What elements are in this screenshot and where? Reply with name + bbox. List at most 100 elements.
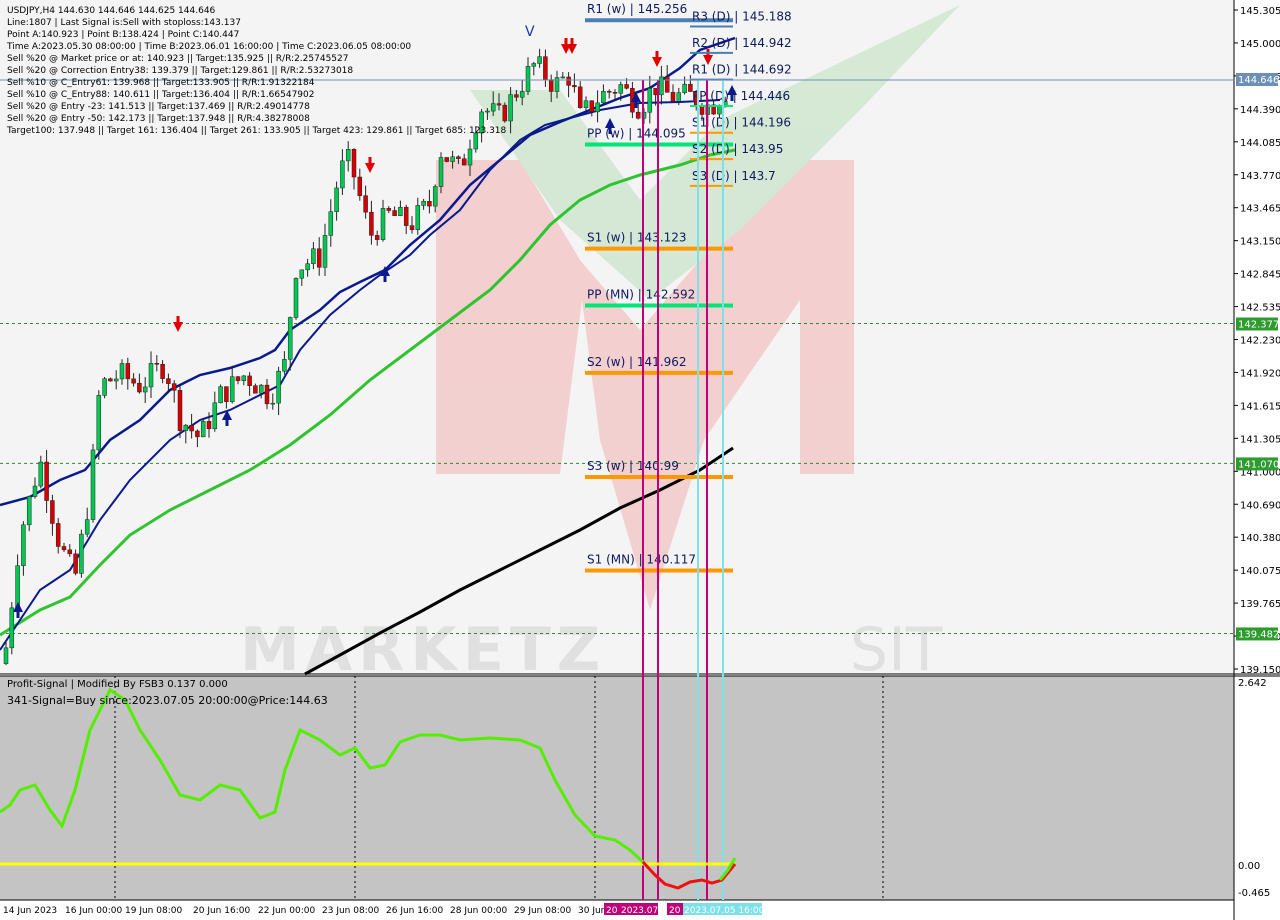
time-label: 19 Jun 08:00	[125, 906, 182, 916]
indicator-title: Profit-Signal | Modified By FSB3 0.137 0…	[7, 679, 228, 690]
level-label: 141.070	[1238, 459, 1279, 470]
bull-candle	[380, 208, 386, 240]
bear-candle	[548, 79, 554, 92]
bull-candle	[305, 263, 310, 271]
bear-candle	[357, 176, 363, 196]
info-line: Target100: 137.948 || Target 161: 136.40…	[6, 126, 507, 136]
bear-candle	[166, 378, 171, 384]
bull-candle	[32, 485, 38, 497]
bear-candle	[572, 85, 577, 88]
bear-candle	[699, 106, 705, 115]
price-tick-label: 140.075	[1240, 566, 1280, 577]
bear-candle	[131, 378, 136, 384]
bull-candle	[258, 384, 264, 394]
bull-candle	[525, 66, 531, 92]
time-badge-prefix: 20	[606, 906, 618, 916]
info-line: Sell %20 @ Entry -50: 142.173 || Target:…	[7, 114, 310, 124]
bull-candle	[90, 449, 96, 520]
pivot-label: S1 (MN) | 140.117	[587, 552, 696, 566]
price-tick-label: 141.920	[1240, 368, 1280, 379]
time-label: 26 Jun 16:00	[386, 906, 443, 916]
price-tick-label: 139.765	[1240, 599, 1280, 610]
bear-candle	[612, 92, 618, 94]
bull-candle	[519, 91, 525, 98]
bull-candle	[142, 386, 148, 393]
bull-candle	[229, 376, 235, 402]
bear-candle	[624, 84, 629, 89]
bull-candle	[102, 378, 107, 396]
bear-candle	[125, 363, 131, 380]
chart-area[interactable]: MARKETZ SIT V R1 (w) | 145.256 R3 (D) | 1…	[0, 0, 1280, 920]
bull-candle	[293, 277, 299, 318]
info-line: Point A:140.923 | Point B:138.424 | Poin…	[7, 30, 239, 40]
bull-candle	[450, 156, 455, 162]
price-tick-label: 140.380	[1240, 533, 1280, 544]
bear-candle	[73, 553, 78, 574]
current-price-label: 144.646	[1238, 75, 1279, 86]
info-line: Sell %10 @ C_Entry61: 139.968 || Target:…	[7, 78, 315, 88]
time-badge-prefix: 20	[669, 906, 681, 916]
bear-candle	[44, 461, 49, 501]
bear-candle	[374, 235, 380, 240]
bull-candle	[328, 211, 334, 236]
bull-candle	[537, 56, 542, 64]
bear-candle	[409, 225, 415, 230]
bull-candle	[508, 94, 513, 122]
pivot-label: S2 (D) | 143.95	[692, 142, 783, 156]
pivot-label: PP (MN) | 142.592	[587, 287, 695, 301]
bull-candle	[148, 363, 154, 388]
price-tick-label: 144.390	[1240, 105, 1280, 116]
bear-candle	[543, 56, 548, 80]
pivot-label: R1 (w) | 145.256	[587, 2, 687, 16]
bear-candle	[137, 382, 142, 393]
bear-candle	[461, 158, 467, 166]
bull-candle	[84, 519, 90, 535]
bull-candle	[421, 201, 426, 206]
bear-candle	[50, 500, 55, 524]
time-label: 29 Jun 08:00	[514, 906, 571, 916]
bear-candle	[566, 76, 571, 86]
info-line: Sell %20 @ Market price or at: 140.923 |…	[7, 54, 348, 64]
bear-candle	[589, 100, 595, 113]
bear-candle	[247, 375, 252, 386]
bear-candle	[664, 76, 670, 93]
indicator-signal-text: 341-Signal=Buy since:2023.07.05 20:00:00…	[7, 694, 328, 707]
bull-candle	[583, 100, 589, 108]
bear-candle	[67, 549, 73, 555]
bull-candle	[3, 647, 9, 664]
svg-text:SIT: SIT	[850, 615, 943, 685]
bull-candle	[560, 76, 566, 79]
level-label: 139.482	[1238, 629, 1279, 640]
price-tick-label: 144.085	[1240, 138, 1280, 149]
bull-candle	[96, 395, 102, 451]
time-badge-label: 2023.07.05 16:00	[684, 906, 765, 916]
time-label: 20 Jun 16:00	[193, 906, 250, 916]
bear-candle	[154, 363, 160, 365]
bull-candle	[15, 565, 20, 609]
bull-candle	[647, 88, 653, 113]
bull-candle	[282, 359, 287, 372]
level-label: 142.377	[1238, 319, 1279, 330]
info-line: Sell %10 @ C_Entry88: 140.611 || Target:…	[7, 90, 315, 100]
bull-candle	[212, 402, 218, 430]
time-badge-label: 2023.07.	[621, 906, 661, 916]
bear-candle	[160, 364, 165, 379]
indicator-tick-bottom: -0.465	[1238, 888, 1270, 899]
time-label: 16 Jun 00:00	[65, 906, 122, 916]
bull-candle	[485, 110, 490, 113]
bear-candle	[253, 385, 258, 394]
bull-candle	[398, 206, 403, 216]
bear-candle	[392, 210, 397, 216]
bull-candle	[531, 63, 537, 67]
bull-candle	[21, 524, 26, 566]
bull-candle	[415, 205, 421, 230]
info-line: USDJPY,H4 144.630 144.646 144.625 144.64…	[7, 6, 216, 16]
info-line: Line:1807 | Last Signal is:Sell with sto…	[7, 18, 241, 28]
bear-candle	[195, 430, 200, 438]
bear-candle	[206, 421, 212, 430]
bull-candle	[183, 424, 189, 431]
bull-candle	[287, 317, 293, 360]
bull-candle	[340, 160, 345, 189]
indicator-tick-zero: 0.00	[1238, 861, 1260, 872]
pivot-label: S3 (w) | 140.99	[587, 459, 679, 473]
